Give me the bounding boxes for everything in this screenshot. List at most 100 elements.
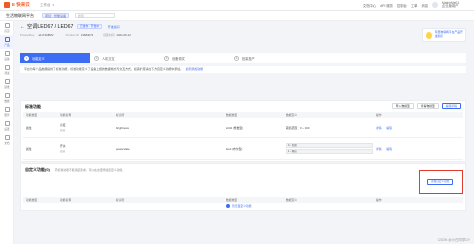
console-switcher[interactable]: 工作台 ▾ (40, 3, 54, 8)
sidebar-item-product[interactable]: 产品 (0, 35, 14, 49)
user-plan: 企业版用户 (442, 4, 459, 8)
user-info[interactable]: MatrixMe01 企业版用户 (442, 1, 468, 9)
sidebar-item-data[interactable]: 数据 (0, 91, 14, 105)
empty-state-text: 暂无自定义功能 (232, 203, 252, 208)
product-header: ← 空调LED67 / LED67 已发布 · 开发中 开发指引 Product… (20, 23, 466, 55)
column-header: 功能类型 (26, 198, 38, 202)
sub-bar: 生活物联网平台 项目：智能设备 搜索 (0, 11, 474, 21)
chevron-down-icon: ▾ (52, 3, 55, 7)
search-input[interactable]: 搜索 (75, 13, 116, 18)
step-debug[interactable]: 3 设备调试 (160, 53, 230, 63)
add-custom-function-button[interactable]: 添加自定义功能 (427, 179, 454, 185)
standard-actions: 导入物模型 查看物模型 编辑草稿 (391, 103, 461, 109)
standard-functions-card: 标准功能 导入物模型 查看物模型 编辑草稿 功能类型 功能名称 标识符 数据类型… (20, 100, 466, 162)
cell-data-definition: 取值范围：0 ~ 100 (286, 125, 310, 130)
step-label: 批量投产 (242, 56, 255, 61)
sidebar-item-service[interactable]: 服务 (0, 105, 14, 119)
sidebar-item-label: 调试 (4, 72, 10, 75)
cell-data-type: int32 (整数型) (226, 125, 244, 130)
table-header: 功能类型 功能名称 标识符 数据类型 数据定义 操作 (23, 197, 463, 203)
back-arrow-icon[interactable]: ← (20, 24, 25, 30)
notice-bar: 平台为每个品类都提供了标准功能，标准功能定义了设备上报的数据格式与交互方式，如需… (20, 66, 466, 73)
meta-product-id: Product ID 13684072 (65, 33, 94, 37)
custom-functions-hint: 若标准功能不能满足需求，可以在这里添加自定义功能。 (55, 168, 125, 172)
top-bar: E 快来云 工作台 ▾ 文档中心 API 服务 控制台 工单 消息 Matrix… (0, 0, 474, 11)
notice-link[interactable]: 如何添加功能 (186, 67, 203, 71)
nav-console[interactable]: 控制台 (397, 3, 407, 8)
wrench-icon (4, 79, 10, 84)
watermark: CSDN @小白同学DY (437, 238, 470, 242)
highlight-box: 添加自定义功能 (419, 170, 463, 194)
cell-data-definition: 0 - 关闭 1 - 开启 (283, 143, 373, 154)
cell-name: 开关 必选 (57, 144, 113, 153)
nav-tickets[interactable]: 工单 (411, 3, 418, 8)
sidebar-item-label: 设备 (4, 58, 10, 61)
edit-link[interactable]: 编辑 (386, 126, 392, 130)
edit-link[interactable]: 编辑 (386, 147, 392, 151)
step-bar: 1 功能定义 2 人机交互 3 设备调试 4 批量投产 (20, 53, 466, 63)
lightbulb-icon (426, 31, 432, 39)
brand-logo[interactable]: E 快来云 (4, 2, 34, 8)
standard-functions-title: 标准功能 (25, 104, 41, 109)
device-icon (4, 51, 10, 56)
view-model-button[interactable]: 查看物模型 (416, 103, 439, 109)
cell-identifier: powerstate (116, 146, 130, 151)
detail-link[interactable]: 详情 (376, 126, 382, 130)
sidebar-item-debug[interactable]: 调试 (0, 63, 14, 77)
top-nav: 文档中心 API 服务 控制台 工单 消息 MatrixMe01 企业版用户 (363, 1, 468, 9)
custom-functions-title: 自定义功能(0) (25, 167, 50, 172)
sidebar-item-label: 数据 (4, 100, 10, 103)
nav-docs[interactable]: 文档中心 (363, 3, 376, 8)
sidebar-item-home[interactable]: 首页 (0, 21, 14, 35)
sidebar-item-ops[interactable]: 运维 (0, 77, 14, 91)
box-icon (4, 37, 10, 42)
cell-operations: 详情 编辑 (373, 147, 463, 151)
nav-messages[interactable]: 消息 (421, 3, 428, 8)
guide-link[interactable]: 开发指引 (108, 25, 120, 29)
enum-chip: 1 - 开启 (286, 149, 373, 154)
info-icon (226, 204, 230, 208)
home-icon (4, 23, 10, 28)
detail-link[interactable]: 详情 (376, 147, 382, 151)
help-card-text: 阿里物联网平台产品开发指引 (434, 30, 463, 38)
step-function-definition[interactable]: 1 功能定义 (20, 53, 90, 63)
nav-api[interactable]: API 服务 (380, 3, 393, 8)
document-icon (4, 135, 10, 140)
sidebar-item-settings[interactable]: 设置 (0, 119, 14, 133)
import-model-button[interactable]: 导入物模型 (391, 103, 414, 109)
main-content: ← 空调LED67 / LED67 已发布 · 开发中 开发指引 Product… (14, 21, 474, 244)
edit-draft-button[interactable]: 编辑草稿 (441, 103, 461, 109)
sidebar-item-device[interactable]: 设备 (0, 49, 14, 63)
step-interaction[interactable]: 2 人机交互 (90, 53, 160, 63)
chart-icon (4, 93, 10, 98)
function-name: 亮度 (60, 123, 66, 127)
cell-type: 属性 (26, 146, 32, 151)
sidebar-item-label: 设置 (4, 128, 10, 131)
column-header: 操作 (376, 198, 382, 202)
sidebar-item-docs[interactable]: 文档 (0, 133, 14, 147)
brand-name: E 快来云 (12, 2, 30, 7)
bug-icon (4, 65, 10, 70)
step-number: 4 (234, 55, 239, 61)
cell-data-type: bool (布尔型) (226, 146, 243, 151)
column-header: 数据类型 (226, 198, 238, 202)
sidebar-item-label: 首页 (4, 30, 10, 33)
sidebar-item-label: 产品 (4, 44, 10, 47)
column-header: 标识符 (116, 198, 125, 202)
help-card[interactable]: 阿里物联网平台产品开发指引 (422, 28, 466, 42)
cell-name: 亮度 必选 (57, 123, 113, 132)
step-label: 人机交互 (102, 56, 115, 61)
project-badge[interactable]: 项目：智能设备 (42, 13, 70, 18)
required-badge: 必选 (60, 129, 66, 132)
step-release[interactable]: 4 批量投产 (230, 53, 300, 63)
product-title-row: ← 空调LED67 / LED67 已发布 · 开发中 开发指引 (20, 23, 466, 31)
step-label: 设备调试 (172, 56, 185, 61)
column-header: 数据定义 (286, 198, 298, 202)
step-number: 1 (24, 55, 29, 61)
avatar[interactable] (432, 2, 438, 8)
platform-title: 生活物联网平台 (6, 12, 34, 18)
sidebar-item-label: 文档 (4, 142, 10, 145)
brand-logo-icon (4, 2, 10, 8)
enum-chip: 0 - 关闭 (286, 143, 373, 148)
function-name: 开关 (60, 144, 66, 148)
